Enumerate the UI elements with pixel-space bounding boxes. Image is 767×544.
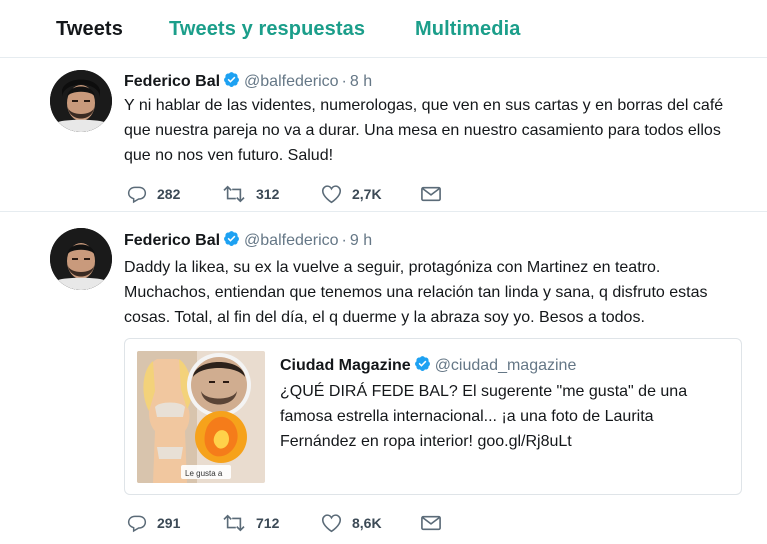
verified-badge-icon xyxy=(223,230,240,252)
author-handle[interactable]: @balfederico xyxy=(244,73,339,90)
image-caption-text: Le gusta a xyxy=(185,469,223,478)
heart-icon xyxy=(321,514,342,533)
tweet-time[interactable]: 9 h xyxy=(350,232,372,249)
profile-tabs: Tweets Tweets y respuestas Multimedia xyxy=(0,0,767,58)
reply-count: 291 xyxy=(157,515,181,531)
envelope-icon xyxy=(421,186,441,202)
separator-dot: · xyxy=(341,73,347,90)
quoted-author-name[interactable]: Ciudad Magazine xyxy=(280,357,411,374)
quoted-tweet-text: ¿QUÉ DIRÁ FEDE BAL? El sugerente "me gus… xyxy=(280,383,688,450)
tab-media[interactable]: Multimedia xyxy=(415,18,520,41)
like-count: 2,7K xyxy=(352,186,382,202)
tweet-text: Y ni hablar de las videntes, numerologas… xyxy=(124,97,724,164)
avatar[interactable] xyxy=(50,228,112,290)
like-button[interactable]: 8,6K xyxy=(321,512,382,534)
direct-message-button[interactable] xyxy=(421,512,451,534)
verified-badge-icon xyxy=(414,355,431,377)
reply-button[interactable]: 291 xyxy=(127,512,180,534)
like-button[interactable]: 2,7K xyxy=(321,183,382,205)
tweet[interactable]: Federico Bal @balfederico · 8 h Y ni hablar… xyxy=(0,58,767,212)
tab-tweets-and-replies[interactable]: Tweets y respuestas xyxy=(169,18,365,41)
verified-badge-icon xyxy=(223,71,240,93)
retweet-button[interactable]: 712 xyxy=(222,512,279,534)
reply-icon xyxy=(127,186,147,204)
tab-tweets[interactable]: Tweets xyxy=(56,18,123,41)
avatar[interactable] xyxy=(50,70,112,132)
quoted-author-handle[interactable]: @ciudad_magazine xyxy=(435,357,577,374)
quoted-tweet-image[interactable]: Le gusta a xyxy=(137,351,265,483)
separator-dot: · xyxy=(341,232,347,249)
author-name[interactable]: Federico Bal xyxy=(124,232,220,249)
reply-icon xyxy=(127,515,147,533)
tweet-time[interactable]: 8 h xyxy=(350,73,372,90)
retweet-icon xyxy=(223,514,245,532)
retweet-count: 712 xyxy=(256,515,280,531)
heart-icon xyxy=(321,185,342,204)
like-count: 8,6K xyxy=(352,515,382,531)
tweet-header: Federico Bal @balfederico · 9 h xyxy=(124,230,372,252)
retweet-count: 312 xyxy=(256,186,280,202)
author-name[interactable]: Federico Bal xyxy=(124,73,220,90)
tweet-text: Daddy la likea, su ex la vuelve a seguir… xyxy=(124,259,708,326)
direct-message-button[interactable] xyxy=(421,183,451,205)
reply-button[interactable]: 282 xyxy=(127,183,180,205)
retweet-icon xyxy=(223,185,245,203)
retweet-button[interactable]: 312 xyxy=(222,183,279,205)
envelope-icon xyxy=(421,515,441,531)
reply-count: 282 xyxy=(157,186,181,202)
tweet-header: Federico Bal @balfederico · 8 h xyxy=(124,71,372,93)
tweet[interactable]: Federico Bal @balfederico · 9 h Daddy la li… xyxy=(0,213,767,544)
quoted-tweet[interactable]: Le gusta a Ciudad Magazine @ciudad_magazi… xyxy=(124,338,742,495)
author-handle[interactable]: @balfederico xyxy=(244,232,339,249)
quoted-tweet-header: Ciudad Magazine @ciudad_magazine xyxy=(280,355,576,377)
